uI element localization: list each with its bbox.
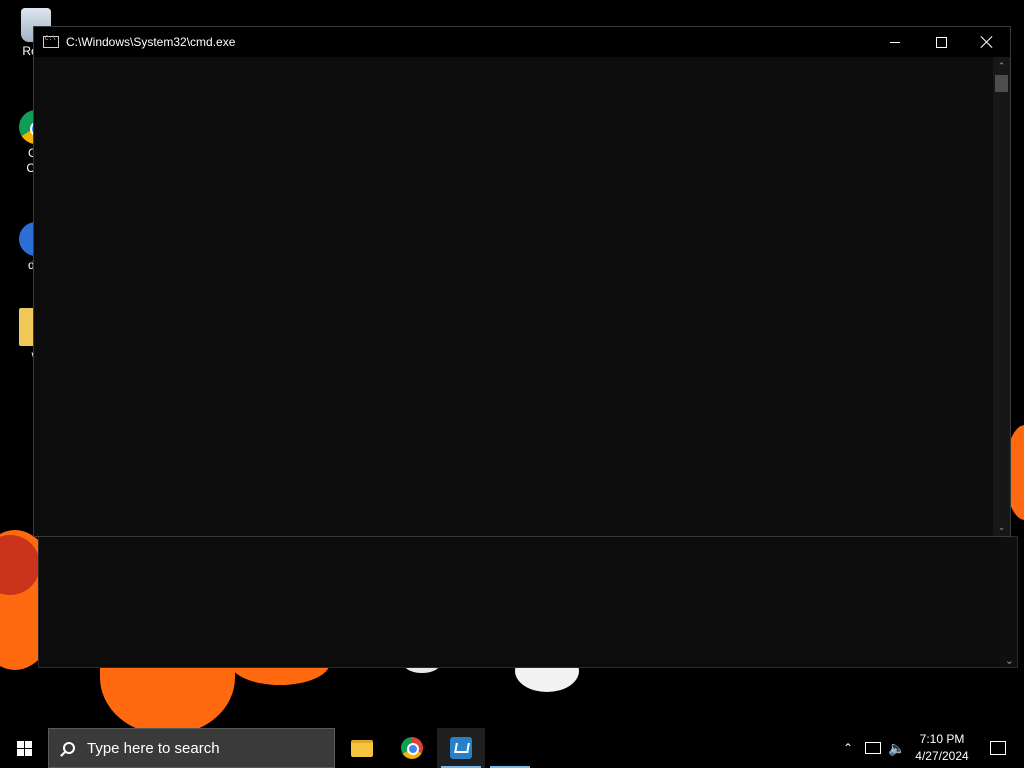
chevron-down-icon[interactable]: ⌄ — [993, 520, 1010, 534]
background-window-scrollbar[interactable]: ⌄ — [1000, 537, 1017, 667]
console-icon — [43, 35, 59, 48]
file-explorer-icon — [351, 739, 373, 757]
cmd-window[interactable]: C:\Windows\System32\cmd.exe ⌃ ⌄ — [33, 26, 1011, 537]
chevron-up-icon[interactable]: ⌃ — [993, 59, 1010, 73]
chevron-up-icon: ⌃ — [842, 741, 854, 755]
search-icon — [63, 742, 75, 754]
console-output[interactable] — [34, 57, 993, 536]
clock-date: 4/27/2024 — [915, 749, 969, 763]
app-icon — [450, 737, 472, 759]
taskbar-active-app[interactable] — [437, 728, 485, 768]
vertical-scrollbar[interactable]: ⌃ ⌄ — [993, 57, 1010, 536]
close-button[interactable] — [964, 27, 1010, 57]
windows-logo-icon — [16, 740, 32, 756]
chrome-icon — [401, 737, 423, 759]
clock-time: 7:10 PM — [919, 732, 965, 746]
window-title: C:\Windows\System32\cmd.exe — [66, 35, 236, 49]
minimize-icon — [890, 41, 900, 43]
start-button[interactable] — [0, 728, 48, 768]
taskbar-file-explorer[interactable] — [338, 728, 386, 768]
minimize-button[interactable] — [872, 27, 918, 57]
chevron-down-icon[interactable]: ⌄ — [1005, 654, 1014, 667]
network-icon — [865, 742, 881, 754]
maximize-button[interactable] — [918, 27, 964, 57]
close-icon — [981, 36, 993, 48]
background-window[interactable]: ⌄ — [38, 536, 1018, 668]
maximize-icon — [935, 36, 947, 48]
network-button[interactable] — [862, 728, 884, 768]
clock[interactable]: 7:10 PM 4/27/2024 — [900, 728, 984, 768]
taskbar: Type here to search ⌃ 🔈 7:10 PM 4/27/202… — [0, 728, 1024, 768]
notification-center-button[interactable] — [980, 728, 1016, 768]
title-bar[interactable]: C:\Windows\System32\cmd.exe — [34, 27, 1010, 57]
search-placeholder: Type here to search — [87, 739, 220, 757]
taskbar-chrome[interactable] — [388, 728, 436, 768]
scrollbar-thumb[interactable] — [995, 75, 1008, 92]
notification-icon — [990, 741, 1006, 755]
search-box[interactable]: Type here to search — [48, 728, 335, 768]
show-hidden-icons-button[interactable]: ⌃ — [838, 728, 858, 768]
